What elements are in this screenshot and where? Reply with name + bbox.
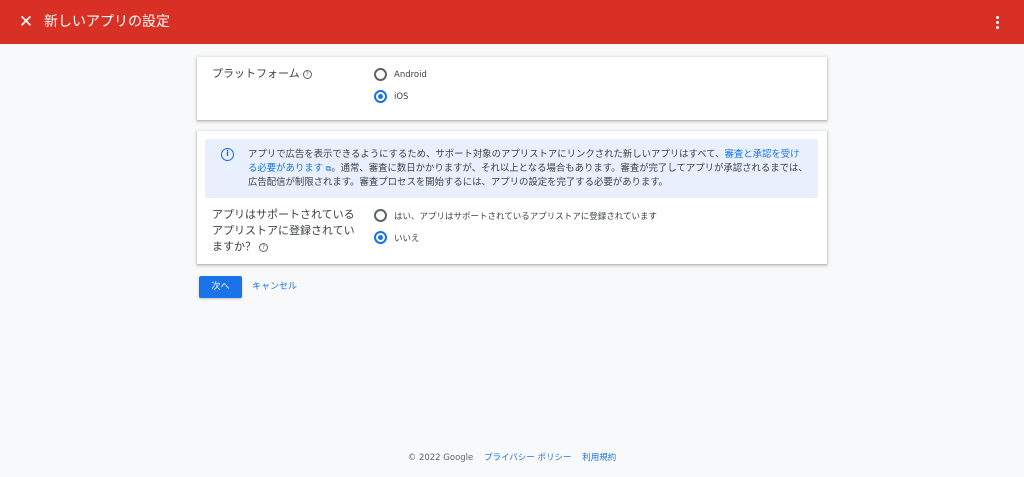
info-text-before: アプリで広告を表示できるようにするため、サポート対象のアプリストアにリンクされた…: [248, 149, 725, 160]
platform-label-wrapper: プラットフォーム?: [212, 66, 312, 82]
radio-button-ios[interactable]: [374, 90, 387, 103]
store-question-wrapper: アプリはサポートされているアプリストアに登録されていますか？?: [212, 207, 362, 255]
radio-button-no[interactable]: [374, 231, 387, 244]
more-vert-icon[interactable]: [990, 13, 1004, 31]
app-bar: ✕ 新しいアプリの設定: [0, 0, 1024, 44]
copyright: © 2022 Google: [407, 453, 474, 463]
info-text-after: 。通常、審査に数日かかりますが、それ以上となる場合もあります。審査が完了してアプ…: [248, 163, 808, 188]
info-text: アプリで広告を表示できるようにするため、サポート対象のアプリストアにリンクされた…: [248, 148, 808, 190]
close-icon[interactable]: ✕: [17, 13, 35, 31]
info-banner: i アプリで広告を表示できるようにするため、サポート対象のアプリストアにリンクさ…: [205, 139, 818, 198]
cancel-button[interactable]: キャンセル: [252, 276, 297, 298]
platform-label: プラットフォーム: [212, 67, 300, 80]
store-question: アプリはサポートされているアプリストアに登録されていますか？: [212, 208, 355, 253]
radio-no[interactable]: いいえ: [374, 231, 420, 244]
radio-android[interactable]: Android: [374, 68, 427, 81]
page-title: 新しいアプリの設定: [44, 14, 170, 30]
radio-label-yes: はい、アプリはサポートされているアプリストアに登録されています: [394, 211, 657, 222]
app-store-card: i アプリで広告を表示できるようにするため、サポート対象のアプリストアにリンクさ…: [197, 131, 827, 264]
radio-label-no: いいえ: [394, 233, 420, 244]
help-icon[interactable]: ?: [302, 70, 312, 79]
info-icon: i: [221, 148, 234, 161]
next-button[interactable]: 次へ: [199, 276, 242, 298]
radio-button-android[interactable]: [374, 68, 387, 81]
radio-label-android: Android: [394, 69, 427, 80]
radio-ios[interactable]: iOS: [374, 90, 408, 103]
help-icon[interactable]: ?: [259, 243, 268, 252]
radio-button-yes[interactable]: [374, 209, 387, 222]
radio-label-ios: iOS: [394, 91, 409, 102]
radio-yes[interactable]: はい、アプリはサポートされているアプリストアに登録されています: [374, 209, 657, 222]
terms-link[interactable]: 利用規約: [582, 453, 616, 463]
platform-card: プラットフォーム? Android iOS: [197, 57, 827, 120]
footer: © 2022 Google プライバシー ポリシー 利用規約: [0, 452, 1024, 464]
privacy-policy-link[interactable]: プライバシー ポリシー: [484, 453, 572, 463]
